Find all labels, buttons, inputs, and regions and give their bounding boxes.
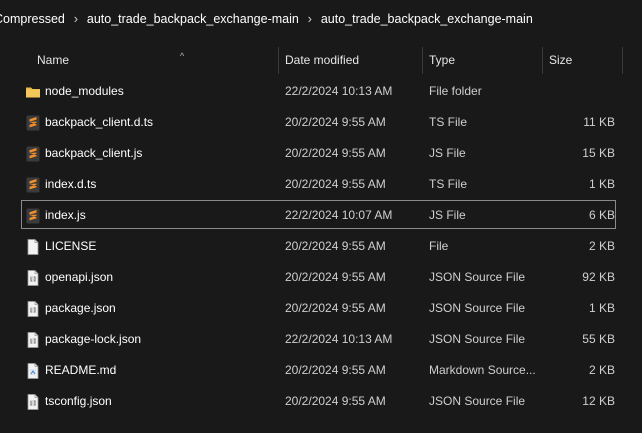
file-name: backpack_client.js [45, 146, 143, 160]
file-date-modified: 20/2/2024 9:55 AM [285, 301, 386, 315]
json-file-icon [25, 301, 41, 317]
column-divider[interactable] [622, 47, 623, 74]
file-size: 11 KB [583, 115, 615, 129]
file-type: TS File [429, 177, 468, 191]
breadcrumb: Compressed › auto_trade_backpack_exchang… [0, 0, 642, 37]
sublime-text-icon [25, 115, 41, 131]
sublime-text-icon [25, 146, 41, 162]
file-type: Markdown Source... [429, 363, 536, 377]
sublime-text-icon [25, 208, 41, 224]
file-row[interactable]: package.json 20/2/2024 9:55 AM JSON Source… [0, 293, 642, 324]
file-name: backpack_client.d.ts [45, 115, 154, 129]
file-date-modified: 22/2/2024 10:13 AM [285, 332, 393, 346]
file-row[interactable]: LICENSE 20/2/2024 9:55 AM File 2 KB [0, 231, 642, 262]
file-row[interactable]: index.js 22/2/2024 10:07 AM JS File 6 KB [0, 200, 642, 231]
file-type: JSON Source File [429, 301, 526, 315]
column-header-name-label: Name [37, 53, 70, 67]
file-date-modified: 22/2/2024 10:07 AM [285, 208, 393, 222]
json-file-icon [25, 270, 41, 286]
sublime-text-icon [25, 177, 41, 193]
file-date-modified: 22/2/2024 10:13 AM [285, 84, 393, 98]
file-date-modified: 20/2/2024 9:55 AM [285, 177, 386, 191]
file-date-modified: 20/2/2024 9:55 AM [285, 146, 386, 160]
column-header-size[interactable]: Size [542, 45, 622, 75]
file-row[interactable]: package-lock.json 22/2/2024 10:13 AM JSON … [0, 324, 642, 355]
chevron-right-icon[interactable]: › [65, 11, 87, 26]
file-date-modified: 20/2/2024 9:55 AM [285, 270, 386, 284]
column-header-size-label: Size [549, 53, 573, 67]
file-row[interactable]: README.md 20/2/2024 9:55 AM Markdown Sourc… [0, 355, 642, 386]
file-date-modified: 20/2/2024 9:55 AM [285, 394, 386, 408]
column-header-type[interactable]: Type [422, 45, 542, 75]
json-file-icon [25, 394, 41, 410]
breadcrumb-item-parent[interactable]: auto_trade_backpack_exchange-main [87, 12, 299, 26]
sort-ascending-icon: ^ [180, 51, 185, 61]
file-size [548, 76, 615, 107]
file-name: package.json [45, 301, 116, 315]
file-size: 1 KB [588, 177, 615, 191]
column-header-date-label: Date modified [285, 53, 360, 67]
file-type: TS File [429, 115, 468, 129]
file-row[interactable]: openapi.json 20/2/2024 9:55 AM JSON Source… [0, 262, 642, 293]
file-type: JSON Source File [429, 332, 526, 346]
file-row[interactable]: index.d.ts 20/2/2024 9:55 AM TS File 1 KB [0, 169, 642, 200]
file-row[interactable]: tsconfig.json 20/2/2024 9:55 AM JSON Sourc… [0, 386, 642, 417]
file-name: openapi.json [45, 270, 114, 284]
file-row[interactable]: backpack_client.js 20/2/2024 9:55 AM JS Fi… [0, 138, 642, 169]
breadcrumb-item-compressed[interactable]: Compressed [0, 12, 65, 26]
file-date-modified: 20/2/2024 9:55 AM [285, 363, 386, 377]
file-size: 15 KB [582, 146, 615, 160]
file-name: tsconfig.json [45, 394, 112, 408]
file-size: 2 KB [588, 363, 615, 377]
column-header-name[interactable]: Name ^ [30, 45, 278, 75]
file-type: JSON Source File [429, 270, 526, 284]
file-row[interactable]: backpack_client.d.ts 20/2/2024 9:55 AM TS … [0, 107, 642, 138]
file-date-modified: 20/2/2024 9:55 AM [285, 239, 386, 253]
file-size: 12 KB [582, 394, 615, 408]
file-size: 92 KB [582, 270, 615, 284]
column-header-type-label: Type [429, 53, 456, 67]
json-file-icon [25, 332, 41, 348]
file-name: README.md [45, 363, 117, 377]
file-size: 6 KB [588, 208, 615, 222]
file-type: JSON Source File [429, 394, 526, 408]
file-size: 55 KB [582, 332, 615, 346]
column-header-date[interactable]: Date modified [278, 45, 422, 75]
file-size: 2 KB [588, 239, 615, 253]
blank-file-icon [25, 239, 41, 255]
file-name: index.js [45, 208, 86, 222]
chevron-right-icon[interactable]: › [299, 11, 321, 26]
file-row[interactable]: node_modules 22/2/2024 10:13 AM File folde… [0, 76, 642, 107]
folder-icon [25, 84, 41, 100]
file-type: File [429, 239, 449, 253]
file-type: JS File [429, 208, 466, 222]
file-name: index.d.ts [45, 177, 97, 191]
file-type: JS File [429, 146, 466, 160]
file-type: File folder [429, 84, 482, 98]
file-name: LICENSE [45, 239, 97, 253]
breadcrumb-item-current[interactable]: auto_trade_backpack_exchange-main [321, 12, 533, 26]
file-size: 1 KB [588, 301, 615, 315]
file-date-modified: 20/2/2024 9:55 AM [285, 115, 386, 129]
file-name: package-lock.json [45, 332, 142, 346]
markdown-file-icon [25, 363, 41, 379]
file-name: node_modules [45, 84, 124, 98]
column-header-row: Name ^ Date modified Type Size [0, 45, 642, 75]
